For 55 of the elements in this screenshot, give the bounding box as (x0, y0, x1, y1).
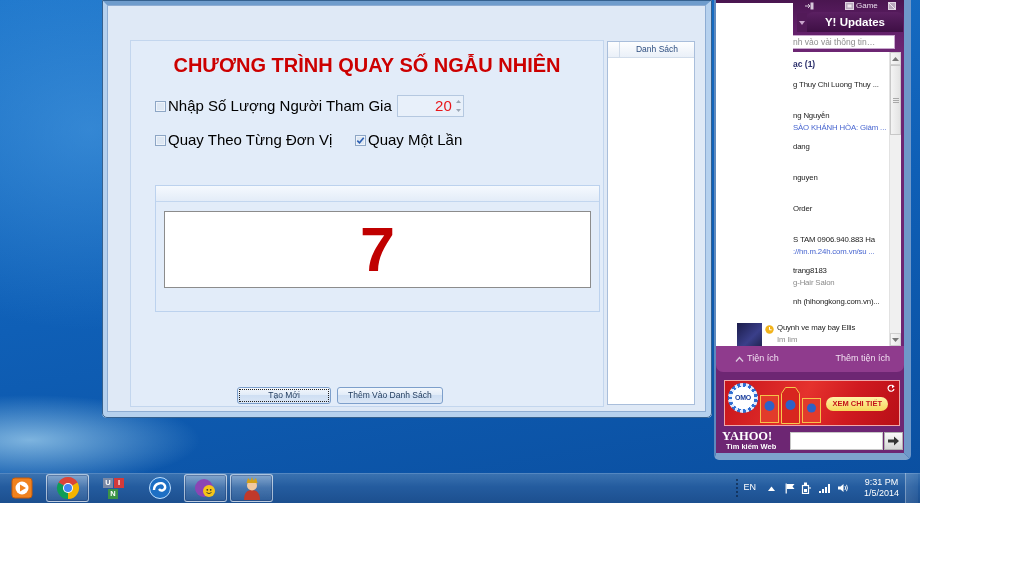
search-button[interactable] (884, 432, 903, 450)
checkbox[interactable] (355, 134, 366, 146)
battery-icon[interactable] (801, 482, 811, 494)
grip-icon (892, 97, 899, 103)
crossed-square-icon[interactable] (888, 1, 896, 10)
taskbar-button[interactable] (184, 474, 227, 502)
checkbox-label[interactable]: Quay Theo Từng Đơn Vị (168, 130, 333, 150)
clock-date[interactable]: 1/5/2014 (863, 488, 899, 499)
smiley-icon (193, 477, 218, 499)
caret-up-icon[interactable] (768, 485, 775, 491)
refresh-icon[interactable] (887, 384, 895, 392)
checkbox-label[interactable]: Quay Một Lần (368, 130, 463, 150)
checkbox[interactable] (155, 134, 166, 146)
search-field[interactable]: nh vào vài thông tin… (793, 35, 895, 49)
logo-text: YAHOO! (722, 431, 773, 442)
result-display: 7 (164, 211, 591, 288)
arrow-icon[interactable] (805, 1, 814, 10)
scroll-up-button[interactable] (890, 52, 901, 65)
dropdown-button[interactable] (797, 13, 807, 32)
caret-down-icon (892, 337, 899, 342)
chevron-up-icon (735, 356, 744, 362)
scrollbar[interactable] (889, 52, 901, 346)
swirl-icon (147, 476, 172, 500)
add-widgets-link[interactable]: Thêm tiện ích (835, 352, 890, 366)
taskbar-button[interactable] (230, 474, 273, 502)
media-player-icon (10, 477, 33, 499)
signal-icon[interactable] (819, 483, 830, 493)
clock-time[interactable]: 9:31 PM (864, 477, 899, 488)
caret-down-icon (799, 20, 805, 25)
taskbar-button[interactable] (46, 474, 89, 502)
tricolor-ring-icon (55, 476, 80, 500)
menu-item[interactable]: Game (856, 1, 878, 10)
search-field[interactable] (790, 432, 883, 450)
list-view[interactable]: Danh Sách (607, 41, 695, 405)
show-desktop-button[interactable] (905, 473, 918, 503)
checkbox-label[interactable]: Nhập Số Lượng Người Tham Gia (168, 96, 392, 116)
speaker-icon[interactable] (838, 483, 848, 493)
tab[interactable]: Y! Updates (807, 12, 903, 32)
clock-status-icon (765, 325, 774, 334)
flag-icon[interactable] (785, 482, 795, 494)
add-to-list-button[interactable]: Thêm Vào Danh Sách (337, 387, 443, 404)
group-header[interactable]: ạc (1) (716, 56, 889, 73)
new-button[interactable]: Tạo Mới (237, 387, 331, 404)
language-indicator[interactable]: EN (743, 481, 756, 495)
tile-icon[interactable] (845, 1, 854, 10)
product-packs-drawing (760, 384, 822, 424)
widgets-link[interactable]: Tiện ích (735, 352, 779, 366)
app-title: CHƯƠNG TRÌNH QUAY SỐ NGẪU NHIÊN (173, 53, 561, 77)
scrollbar-thumb[interactable] (890, 65, 901, 135)
scroll-down-button[interactable] (890, 333, 901, 346)
photo-placeholder (737, 323, 762, 346)
arrow-right-icon (888, 436, 899, 446)
caret-up-icon (892, 56, 899, 61)
number-spinner[interactable]: 20 (396, 95, 464, 117)
checkbox[interactable] (155, 100, 166, 112)
